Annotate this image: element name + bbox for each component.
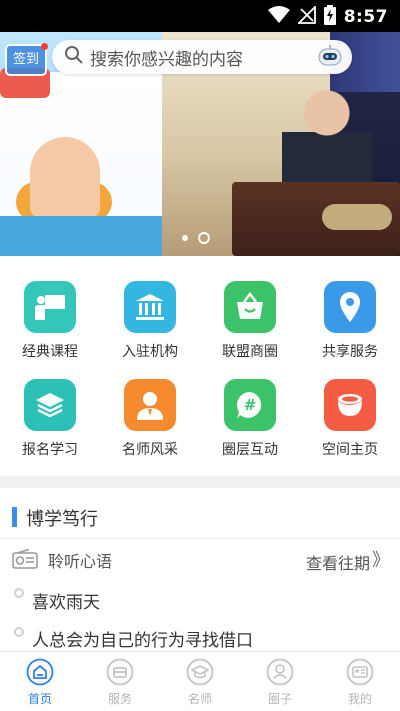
grid-item-circle-interaction[interactable]: # 圈层互动 [200,379,300,459]
view-history-link[interactable]: 查看往期 [306,550,370,574]
carousel-dot[interactable] [182,235,188,241]
tab-circles[interactable]: 圈子 [240,658,320,707]
status-time: 8:57 [343,7,388,27]
grid-label: 入驻机构 [122,344,178,360]
institution-icon [124,281,176,333]
stage-floor [0,216,162,256]
section-accent-bar [12,507,17,527]
layers-icon [24,379,76,431]
section-underline [0,538,400,539]
bullet-icon [14,588,24,598]
battery-charging-icon [323,5,336,29]
section-title: 博学笃行 [26,509,98,530]
grid-label: 共享服务 [322,344,378,360]
carousel-dot-active[interactable] [198,232,210,244]
svg-text:#: # [244,396,257,414]
grid-item-enroll-study[interactable]: 报名学习 [0,379,100,459]
tab-teachers[interactable]: 名师 [160,658,240,707]
podium-plaque [322,204,392,230]
search-input[interactable]: 搜索你感兴趣的内容 [52,40,352,74]
radio-icon [12,548,38,573]
profile-card-icon [346,658,374,686]
grid-item-space-homepage[interactable]: 空间主页 [300,379,400,459]
tab-label: 我的 [347,692,372,706]
robot-assistant-icon[interactable] [316,43,344,71]
grid-label: 空间主页 [322,442,378,458]
status-icons: 8:57 [267,4,388,29]
cup-icon [324,379,376,431]
grid-item-classic-courses[interactable]: 经典课程 [0,281,100,361]
home-icon [26,658,54,686]
article-item[interactable]: 喜欢雨天 [32,588,100,613]
search-icon [64,45,84,69]
wifi-icon [267,6,290,28]
tab-label: 名师 [187,692,212,706]
section-divider [0,476,400,488]
grid-item-famous-teachers[interactable]: 名师风采 [100,379,200,459]
grid-item-shared-services[interactable]: 共享服务 [300,281,400,361]
person-icon [124,379,176,431]
grid-label: 经典课程 [22,344,78,360]
grid-label: 报名学习 [22,442,78,458]
teacher-board-icon [24,281,76,333]
tab-me[interactable]: 我的 [320,658,400,707]
location-pin-icon [324,281,376,333]
banner-carousel[interactable]: 签到 搜索你感兴趣的内容 [0,32,400,256]
checkin-button[interactable]: 签到 [5,43,48,76]
grid-item-alliance-shops[interactable]: 联盟商圈 [200,281,300,361]
tab-label: 圈子 [267,692,292,706]
article-item[interactable]: 人总会为自己的行为寻找借口 [32,626,253,651]
tab-home[interactable]: 首页 [0,658,80,707]
bullet-icon [14,627,24,637]
grid-label: 圈层互动 [222,442,278,458]
tab-label: 首页 [27,692,52,706]
bottom-tab-bar: 首页 服务 名师 圈子 我的 [0,651,400,711]
services-icon [106,658,134,686]
tab-services[interactable]: 服务 [80,658,160,707]
shopping-basket-icon [224,281,276,333]
grid-label: 联盟商圈 [222,344,278,360]
cartoon-head [30,137,100,217]
tab-label: 服务 [107,692,132,706]
chevron-right-icon[interactable]: 》 [372,546,390,572]
feature-grid: 经典课程 入驻机构 联盟商圈 共享服务 报名学习 名师风采 # 圈层互动 空间主… [0,256,400,474]
search-placeholder: 搜索你感兴趣的内容 [90,49,243,70]
graduation-cap-icon [186,658,214,686]
checkin-label: 签到 [12,52,39,67]
grid-label: 名师风采 [122,442,178,458]
grid-item-institutions[interactable]: 入驻机构 [100,281,200,361]
carousel-indicator [182,232,210,244]
notification-dot [41,43,48,50]
no-signal-icon [296,4,316,28]
listen-label: 聆听心语 [48,552,113,571]
hashtag-chat-icon: # [224,379,276,431]
circle-group-icon [266,658,294,686]
status-bar: 8:57 [0,0,400,32]
